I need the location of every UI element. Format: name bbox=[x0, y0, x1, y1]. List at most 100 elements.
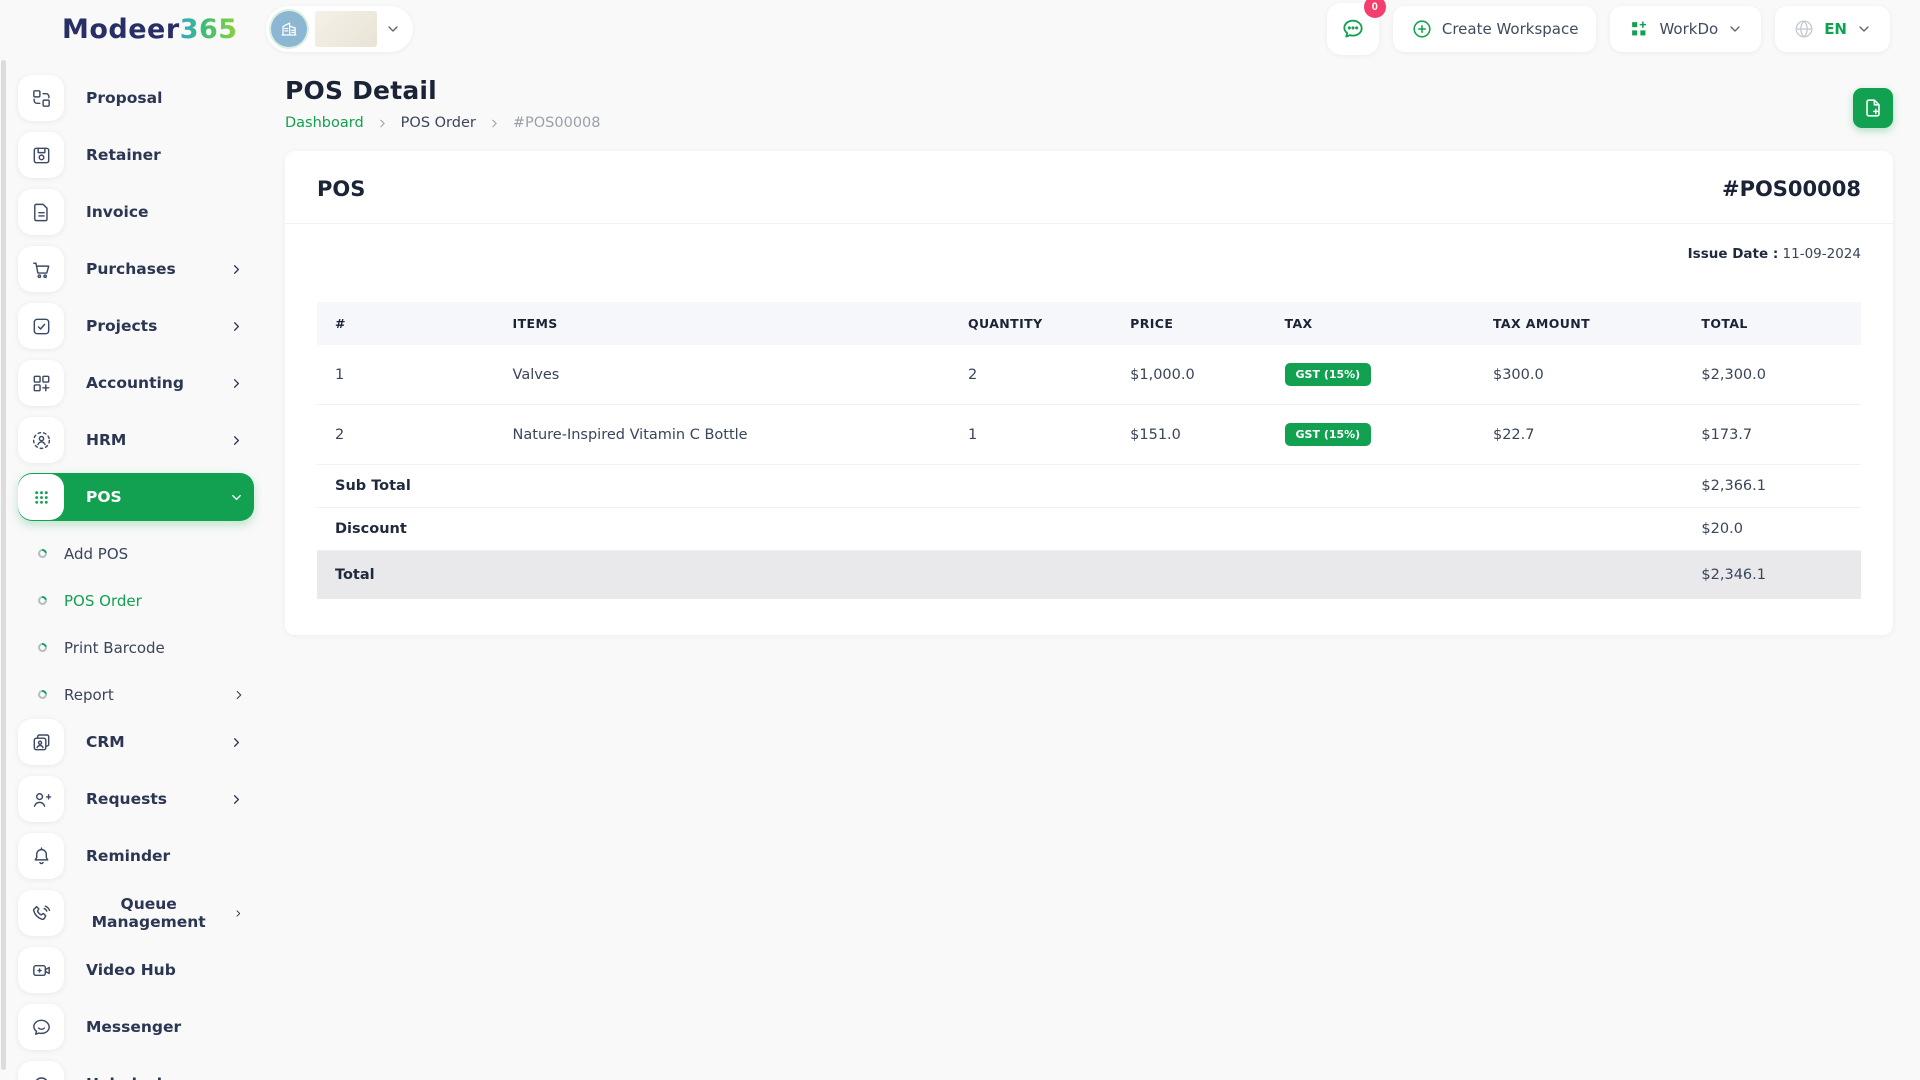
sidebar-item-hrm[interactable]: HRM bbox=[18, 416, 254, 464]
column-header: # bbox=[335, 316, 346, 331]
sidebar-item-label: Retainer bbox=[86, 146, 161, 164]
crm-icon bbox=[18, 719, 64, 765]
sidebar-subitem-print-barcode[interactable]: Print Barcode bbox=[36, 624, 262, 671]
tax-badge: GST (15%) bbox=[1284, 423, 1372, 446]
breadcrumb-dashboard-link[interactable]: Dashboard bbox=[285, 115, 364, 131]
summary-label: Discount bbox=[317, 507, 1684, 551]
chevron-down-icon bbox=[1859, 26, 1869, 32]
item-cell: Nature-Inspired Vitamin C Bottle bbox=[494, 404, 951, 465]
page-title: POS Detail bbox=[285, 76, 437, 105]
invoice-icon bbox=[18, 189, 64, 235]
sidebar-item-reminder[interactable]: Reminder bbox=[18, 832, 254, 880]
sidebar-item-label: Invoice bbox=[86, 203, 149, 221]
purchases-icon bbox=[18, 246, 64, 292]
queue-icon bbox=[18, 890, 64, 936]
sidebar-item-label: Projects bbox=[86, 317, 158, 335]
requests-icon bbox=[18, 776, 64, 822]
sidebar-item-helpdesk[interactable]: Helpdesk bbox=[18, 1060, 254, 1080]
sidebar-subitem-pos-order[interactable]: POS Order bbox=[36, 577, 262, 624]
summary-value: $2,346.1 bbox=[1683, 550, 1861, 599]
sidebar-item-proposal[interactable]: Proposal bbox=[18, 74, 254, 122]
item-cell: 1 bbox=[317, 345, 495, 405]
sidebar-item-label: CRM bbox=[86, 733, 125, 751]
chevron-right-icon bbox=[232, 494, 241, 500]
file-plus-icon bbox=[1866, 99, 1880, 117]
workdo-menu-button[interactable]: WorkDo bbox=[1610, 6, 1762, 52]
pos-icon bbox=[18, 474, 64, 520]
sidebar-item-invoice[interactable]: Invoice bbox=[18, 188, 254, 236]
create-workspace-button[interactable]: Create Workspace bbox=[1392, 6, 1597, 52]
workspace-selector[interactable] bbox=[265, 6, 413, 52]
sidebar-item-label: Accounting bbox=[86, 374, 184, 392]
item-cell: 2 bbox=[950, 345, 1113, 405]
item-cell: 1 bbox=[950, 404, 1113, 465]
item-cell: $22.7 bbox=[1474, 404, 1684, 465]
summary-label: Sub Total bbox=[317, 464, 1684, 508]
workspace-avatar bbox=[270, 11, 307, 47]
table-head: # ITEMS QUANTITY PRICE TAX TAX AMOUNT TOTAL bbox=[317, 302, 1861, 345]
bullet-icon bbox=[36, 641, 49, 654]
sidebar-item-purchases[interactable]: Purchases bbox=[18, 245, 254, 293]
sidebar-item-crm[interactable]: CRM bbox=[18, 718, 254, 766]
item-cell: 2 bbox=[317, 404, 495, 465]
sidebar-subitem-label: Report bbox=[64, 685, 114, 704]
create-invoice-button[interactable] bbox=[1853, 88, 1893, 128]
items-table: # ITEMS QUANTITY PRICE TAX TAX AMOUNT TOTAL 1V… bbox=[317, 302, 1861, 599]
accounting-icon bbox=[18, 360, 64, 406]
reminder-icon bbox=[18, 833, 64, 879]
messages-button[interactable]: 0 bbox=[1326, 0, 1386, 55]
bullet-icon bbox=[36, 547, 49, 560]
sidebar-item-accounting[interactable]: Accounting bbox=[18, 359, 254, 407]
main-content: POS Detail Dashboard POS Order #POS00008 bbox=[262, 58, 1920, 1080]
chevron-down-icon bbox=[1730, 26, 1740, 32]
item-cell: Valves bbox=[494, 345, 951, 405]
chevron-right-icon bbox=[236, 690, 242, 699]
plus-circle-icon bbox=[1413, 20, 1431, 38]
app-root: Modeer365 0 Create Workspace WorkDo EN P… bbox=[0, 0, 1920, 1080]
sidebar-item-label: Proposal bbox=[86, 89, 163, 107]
sidebar-item-requests[interactable]: Requests bbox=[18, 775, 254, 823]
column-header: TOTAL bbox=[1701, 316, 1748, 331]
chevron-right-icon bbox=[492, 119, 497, 127]
chevron-right-icon bbox=[236, 909, 241, 917]
sidebar-nav: Proposal Retainer Invoice Purchases Projects… bbox=[14, 74, 254, 1080]
column-header: QUANTITY bbox=[968, 316, 1043, 331]
breadcrumb: Dashboard POS Order #POS00008 bbox=[285, 115, 601, 131]
summary-row-discount: Discount $20.0 bbox=[317, 507, 1861, 551]
sidebar-item-label: Messenger bbox=[86, 1018, 182, 1036]
globe-icon bbox=[1795, 20, 1813, 38]
video-icon bbox=[18, 947, 64, 993]
app-logo[interactable]: Modeer365 bbox=[62, 14, 238, 45]
retainer-icon bbox=[18, 132, 64, 178]
sidebar-subitem-add-pos[interactable]: Add POS bbox=[36, 530, 262, 577]
sidebar-item-messenger[interactable]: Messenger bbox=[18, 1003, 254, 1051]
chevron-right-icon bbox=[234, 321, 239, 331]
bullet-icon bbox=[36, 594, 49, 607]
sidebar-item-label: Video Hub bbox=[86, 961, 176, 979]
chat-icon bbox=[1343, 19, 1363, 38]
sidebar-subitem-report[interactable]: Report bbox=[36, 671, 262, 718]
breadcrumb-pos-order: POS Order bbox=[400, 115, 476, 131]
page-header: POS Detail Dashboard POS Order #POS00008 bbox=[285, 76, 1893, 131]
summary-row-total: Total $2,346.1 bbox=[317, 550, 1861, 599]
sidebar-item-label: POS bbox=[86, 488, 122, 506]
item-row: 1 Valves 2 $1,000.0 GST (15%) $300.0 $2,300.0 bbox=[317, 345, 1861, 405]
column-header: TAX AMOUNT bbox=[1492, 316, 1591, 331]
sidebar-item-retainer[interactable]: Retainer bbox=[18, 131, 254, 179]
sidebar-item-label: Requests bbox=[86, 790, 167, 808]
item-cell: $151.0 bbox=[1112, 404, 1267, 465]
sidebar-item-label: Purchases bbox=[86, 260, 176, 278]
sidebar-item-queue-management[interactable]: Queue Management bbox=[18, 889, 254, 937]
topbar-actions: 0 Create Workspace WorkDo EN bbox=[1326, 0, 1890, 55]
column-header: PRICE bbox=[1130, 316, 1174, 331]
chevron-right-icon bbox=[234, 737, 239, 747]
sidebar-item-projects[interactable]: Projects bbox=[18, 302, 254, 350]
tax-cell: GST (15%) bbox=[1266, 345, 1475, 405]
sidebar-item-label: Reminder bbox=[86, 847, 171, 865]
chevron-right-icon bbox=[234, 264, 239, 274]
item-row: 2 Nature-Inspired Vitamin C Bottle 1 $151.0… bbox=[317, 404, 1861, 465]
sidebar-item-pos[interactable]: POS bbox=[18, 473, 254, 521]
sidebar-item-video-hub[interactable]: Video Hub bbox=[18, 946, 254, 994]
language-selector[interactable]: EN bbox=[1775, 6, 1890, 52]
sidebar-scrollbar[interactable] bbox=[1, 60, 6, 1070]
